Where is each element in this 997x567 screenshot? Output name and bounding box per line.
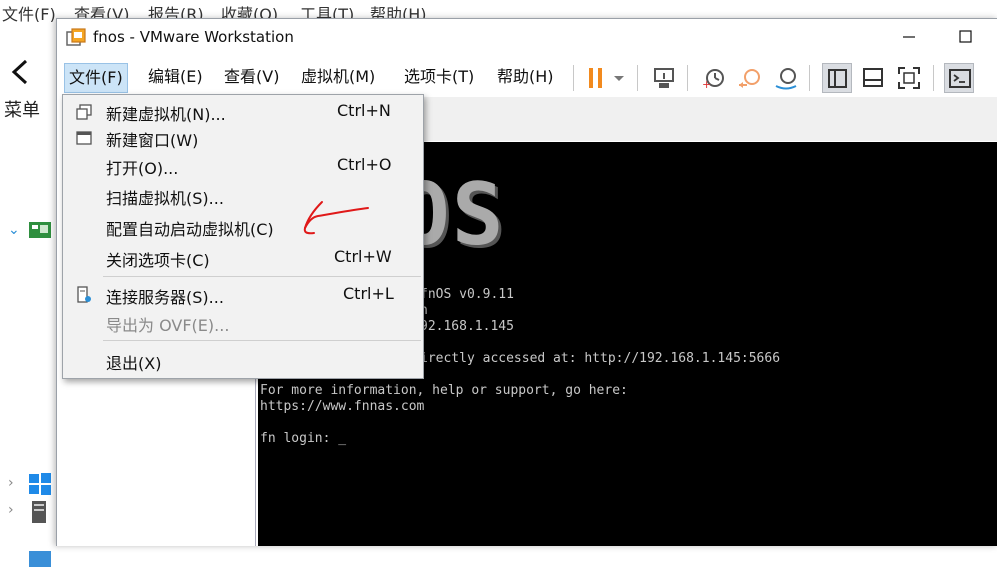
menu-item-label: 退出(X) bbox=[106, 354, 162, 373]
toolbar-separator bbox=[687, 65, 688, 91]
server-icon bbox=[32, 501, 46, 523]
console-login-prompt[interactable]: fn login: _ bbox=[260, 431, 346, 446]
file-dropdown-menu: 新建虚拟机(N)... Ctrl+N 新建窗口(W) 打开(O)... Ctrl… bbox=[62, 94, 424, 379]
power-dropdown-button[interactable] bbox=[609, 63, 629, 93]
console-line: https://www.fnnas.com bbox=[260, 399, 425, 414]
toolbar-separator bbox=[809, 65, 810, 91]
new-vm-icon bbox=[76, 104, 92, 120]
minimize-icon[interactable] bbox=[897, 27, 921, 47]
network-card-icon bbox=[29, 222, 51, 238]
menu-item-label: 配置自动启动虚拟机(C) bbox=[106, 220, 274, 239]
menu-separator bbox=[103, 340, 421, 341]
svg-text:+: + bbox=[702, 78, 711, 91]
thumbnail-view-button[interactable] bbox=[858, 63, 888, 93]
menu-item-connect-server[interactable]: 连接服务器(S)... Ctrl+L bbox=[63, 280, 423, 308]
bg-menu-file[interactable]: 文件(F) bbox=[2, 1, 56, 22]
console-line: For more information, help or support, g… bbox=[260, 383, 628, 398]
pause-button[interactable] bbox=[581, 63, 611, 93]
menu-item-new-vm[interactable]: 新建虚拟机(N)... Ctrl+N bbox=[63, 97, 423, 125]
menu-item-label: 新建虚拟机(N)... bbox=[106, 105, 226, 124]
console-icon bbox=[949, 69, 971, 88]
new-window-icon bbox=[76, 131, 92, 145]
toolbar-separator bbox=[637, 65, 638, 91]
send-keys-button[interactable] bbox=[650, 63, 680, 93]
windows-icon bbox=[29, 473, 51, 495]
menu-item-label: 打开(O)... bbox=[106, 159, 179, 178]
menu-tabs[interactable]: 选项卡(T) bbox=[400, 63, 478, 91]
toolbar-separator bbox=[573, 65, 574, 91]
console-line: fnOS v0.9.11 bbox=[420, 287, 514, 302]
menu-item-export-ovf: 导出为 OVF(E)... bbox=[63, 308, 423, 336]
fullscreen-button[interactable] bbox=[894, 63, 924, 93]
menu-item-close-tab[interactable]: 关闭选项卡(C) Ctrl+W bbox=[63, 243, 423, 271]
vmware-logo-icon bbox=[66, 28, 86, 46]
snapshot-manager-icon bbox=[775, 68, 797, 90]
title-bar[interactable]: fnos - VMware Workstation bbox=[57, 19, 997, 57]
connect-server-icon bbox=[77, 286, 91, 303]
menu-help[interactable]: 帮助(H) bbox=[493, 63, 558, 91]
menu-item-scan-vm[interactable]: 扫描虚拟机(S)... bbox=[63, 181, 423, 209]
toolbar-separator bbox=[933, 65, 934, 91]
menu-file[interactable]: 文件(F) bbox=[64, 63, 128, 93]
pause-icon bbox=[589, 68, 602, 88]
revert-snapshot-icon bbox=[739, 69, 760, 88]
send-keys-icon bbox=[654, 68, 674, 88]
menu-separator bbox=[103, 276, 421, 277]
expand-chevron-icon[interactable]: ⌄ bbox=[8, 222, 20, 238]
menu-view[interactable]: 查看(V) bbox=[220, 63, 283, 91]
fullscreen-icon bbox=[898, 67, 920, 89]
menu-item-shortcut: Ctrl+O bbox=[337, 155, 392, 174]
snapshot-icon: + bbox=[702, 69, 724, 91]
console-line: 92.168.1.145 bbox=[420, 319, 514, 334]
menu-edit[interactable]: 编辑(E) bbox=[144, 63, 207, 91]
collapse-chevron-icon[interactable]: › bbox=[8, 475, 14, 491]
console-line: irectly accessed at: http://192.168.1.14… bbox=[420, 351, 781, 366]
snapshot-button[interactable]: + bbox=[699, 63, 729, 93]
menu-item-shortcut: Ctrl+N bbox=[337, 101, 391, 120]
library-view-button[interactable] bbox=[822, 63, 852, 93]
background-left-pane: 菜单 ⌄ › › bbox=[0, 22, 58, 567]
maximize-icon[interactable] bbox=[953, 27, 977, 47]
snapshot-manager-button[interactable] bbox=[771, 63, 801, 93]
console-view-button[interactable] bbox=[944, 63, 974, 93]
menu-item-new-window[interactable]: 新建窗口(W) bbox=[63, 123, 423, 151]
window-title: fnos - VMware Workstation bbox=[93, 28, 294, 46]
library-view-icon bbox=[828, 69, 847, 88]
menu-item-label: 关闭选项卡(C) bbox=[106, 251, 210, 270]
menu-item-configure-autostart[interactable]: 配置自动启动虚拟机(C) bbox=[63, 212, 423, 240]
menu-item-label: 新建窗口(W) bbox=[106, 131, 199, 150]
folder-icon bbox=[29, 551, 51, 567]
menu-item-shortcut: Ctrl+W bbox=[334, 247, 392, 266]
menu-item-label: 导出为 OVF(E)... bbox=[106, 316, 230, 335]
menu-item-exit[interactable]: 退出(X) bbox=[63, 346, 423, 374]
menu-bar: 文件(F) 编辑(E) 查看(V) 虚拟机(M) 选项卡(T) 帮助(H) + bbox=[57, 57, 997, 97]
back-arrow-icon[interactable] bbox=[8, 58, 32, 86]
thumbnail-view-icon bbox=[863, 68, 883, 87]
bg-side-label: 菜单 bbox=[4, 100, 40, 121]
revert-snapshot-button[interactable] bbox=[735, 63, 765, 93]
menu-item-label: 连接服务器(S)... bbox=[106, 288, 224, 307]
dropdown-arrow-icon bbox=[614, 76, 624, 81]
collapse-chevron-icon[interactable]: › bbox=[8, 502, 14, 518]
menu-item-shortcut: Ctrl+L bbox=[343, 284, 394, 303]
menu-item-label: 扫描虚拟机(S)... bbox=[106, 189, 224, 208]
menu-vm[interactable]: 虚拟机(M) bbox=[297, 63, 379, 91]
menu-item-open[interactable]: 打开(O)... Ctrl+O bbox=[63, 151, 423, 179]
